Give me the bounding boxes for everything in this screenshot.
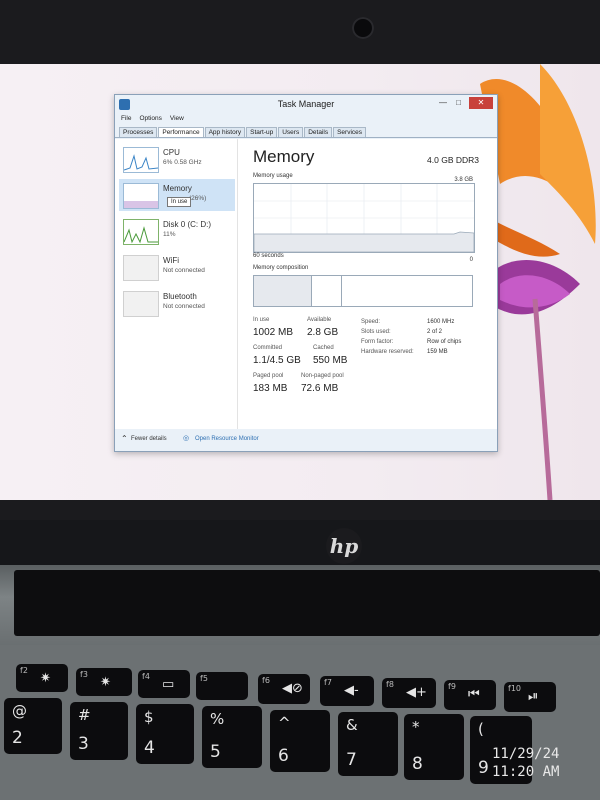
memory-detail: Memory 4.0 GB DDR3 Memory usage 3.8 GB 6… <box>245 139 491 429</box>
performance-pane: CPU 6% 0.58 GHz Memory (26%) Disk 0 (C: … <box>115 139 497 429</box>
hardware-reserved-value: 159 MB <box>427 349 448 355</box>
menu-bar: File Options View <box>115 113 497 124</box>
cpu-mini-graph <box>123 147 159 173</box>
sidebar-item-label: WiFi <box>163 256 179 265</box>
title-bar: Task Manager — □ ✕ <box>115 95 497 113</box>
memory-mini-graph <box>123 183 159 209</box>
hp-logo: hp <box>326 528 362 564</box>
form-factor-value: Row of chips <box>427 339 462 345</box>
disk-mini-graph <box>123 219 159 245</box>
tooltip: In use <box>167 197 192 207</box>
speed-value: 1600 MHz <box>427 319 455 325</box>
key-4[interactable]: $4 <box>136 704 194 764</box>
sidebar-item-cpu[interactable]: CPU 6% 0.58 GHz <box>119 143 235 175</box>
bluetooth-mini-graph <box>123 291 159 317</box>
sidebar-item-sub: (26%) <box>189 195 207 202</box>
key-5[interactable]: % 5 <box>202 706 262 768</box>
footer: ⌃ Fewer details ◎ Open Resource Monitor <box>115 429 497 451</box>
photo-timestamp: 11/29/24 11:20 AM <box>492 745 559 781</box>
paged-pool-label: Paged pool <box>253 373 284 379</box>
tab-strip: Processes Performance App history Start-… <box>115 124 497 138</box>
sidebar-item-wifi[interactable]: WiFi Not connected <box>119 251 235 283</box>
webcam <box>352 17 374 39</box>
menu-file[interactable]: File <box>121 115 131 122</box>
close-button[interactable]: ✕ <box>469 97 493 109</box>
seconds-label: 60 seconds <box>253 253 284 259</box>
menu-view[interactable]: View <box>170 115 184 122</box>
in-use-label: In use <box>253 317 270 323</box>
sidebar-item-bluetooth[interactable]: Bluetooth Not connected <box>119 287 235 319</box>
zero-label: 0 <box>469 257 473 263</box>
open-resource-monitor-link[interactable]: Open Resource Monitor <box>195 436 259 442</box>
cached-label: Cached <box>313 345 334 351</box>
sidebar-item-sub: Not connected <box>163 267 205 274</box>
key-f6[interactable]: f6 ◀⊘ <box>258 674 310 704</box>
key-f9[interactable]: f9 ⏮ <box>444 680 496 710</box>
committed-value: 1.1/4.5 GB <box>253 355 301 366</box>
timestamp-time: 11:20 AM <box>492 764 560 780</box>
sidebar-item-sub: 11% <box>163 231 176 238</box>
available-label: Available <box>307 317 332 323</box>
wifi-mini-graph <box>123 255 159 281</box>
task-manager-window: Task Manager — □ ✕ File Options View Pro… <box>114 94 498 452</box>
minimize-icon[interactable]: — <box>439 98 447 107</box>
non-paged-pool-label: Non-paged pool <box>301 373 344 379</box>
slots-value: 2 of 2 <box>427 329 443 335</box>
resource-sidebar: CPU 6% 0.58 GHz Memory (26%) Disk 0 (C: … <box>115 139 238 429</box>
usage-label: Memory usage <box>253 173 293 179</box>
hinge-bar <box>14 570 600 636</box>
form-factor-label: Form factor: <box>361 339 394 345</box>
memory-spec: 4.0 GB DDR3 <box>427 155 479 165</box>
available-value: 2.8 GB <box>307 327 339 338</box>
sidebar-item-label: Bluetooth <box>163 292 197 301</box>
sidebar-item-label: Disk 0 (C: D:) <box>163 220 211 229</box>
menu-options[interactable]: Options <box>139 115 161 122</box>
tab-processes[interactable]: Processes <box>119 127 158 137</box>
paged-pool-value: 183 MB <box>253 383 288 394</box>
screen: Task Manager — □ ✕ File Options View Pro… <box>0 64 600 500</box>
page-title: Memory <box>253 147 315 166</box>
key-6[interactable]: ^ 6 <box>270 710 330 772</box>
memory-composition-bar <box>253 275 473 307</box>
hardware-reserved-label: Hardware reserved: <box>361 349 414 355</box>
tab-users[interactable]: Users <box>278 127 304 137</box>
tab-performance[interactable]: Performance <box>158 127 204 137</box>
key-f4[interactable]: f4 ▭ <box>138 670 190 698</box>
sidebar-item-sub: Not connected <box>163 303 205 310</box>
timestamp-date: 11/29/24 <box>492 746 560 762</box>
sidebar-item-label: CPU <box>163 148 180 157</box>
key-3[interactable]: #3 <box>70 702 128 760</box>
key-f7[interactable]: f7 ◀- <box>320 676 374 706</box>
key-7[interactable]: & 7 <box>338 712 398 776</box>
key-f5[interactable]: f5 <box>196 672 248 700</box>
sidebar-item-label: Memory <box>163 184 192 193</box>
sidebar-item-disk[interactable]: Disk 0 (C: D:) 11% <box>119 215 235 247</box>
key-f8[interactable]: f8 ◀+ <box>382 678 436 708</box>
committed-label: Committed <box>253 345 283 351</box>
memory-usage-graph <box>253 183 475 253</box>
tab-details[interactable]: Details <box>304 127 333 137</box>
key-f2[interactable]: f2 ✷ <box>16 664 68 692</box>
key-f10[interactable]: f10 ⏯ <box>504 682 556 712</box>
slots-label: Slots used: <box>361 329 391 335</box>
chevron-up-icon: ⌃ <box>121 434 128 443</box>
key-f3[interactable]: f3 ✷ <box>76 668 132 696</box>
composition-label: Memory composition <box>253 265 309 271</box>
tab-startup[interactable]: Start-up <box>246 127 278 137</box>
maximize-icon[interactable]: □ <box>456 98 461 107</box>
key-8[interactable]: * 8 <box>404 714 464 780</box>
tab-app-history[interactable]: App history <box>204 127 246 137</box>
non-paged-pool-value: 72.6 MB <box>301 383 339 394</box>
sidebar-item-sub: 6% 0.58 GHz <box>163 159 202 166</box>
speed-label: Speed: <box>361 319 381 325</box>
tab-services[interactable]: Services <box>333 127 367 137</box>
resource-monitor-icon: ◎ <box>183 435 190 442</box>
fewer-details-link[interactable]: Fewer details <box>131 436 167 442</box>
cached-value: 550 MB <box>313 355 348 366</box>
key-2[interactable]: @2 <box>4 698 62 754</box>
in-use-value: 1002 MB <box>253 327 294 338</box>
